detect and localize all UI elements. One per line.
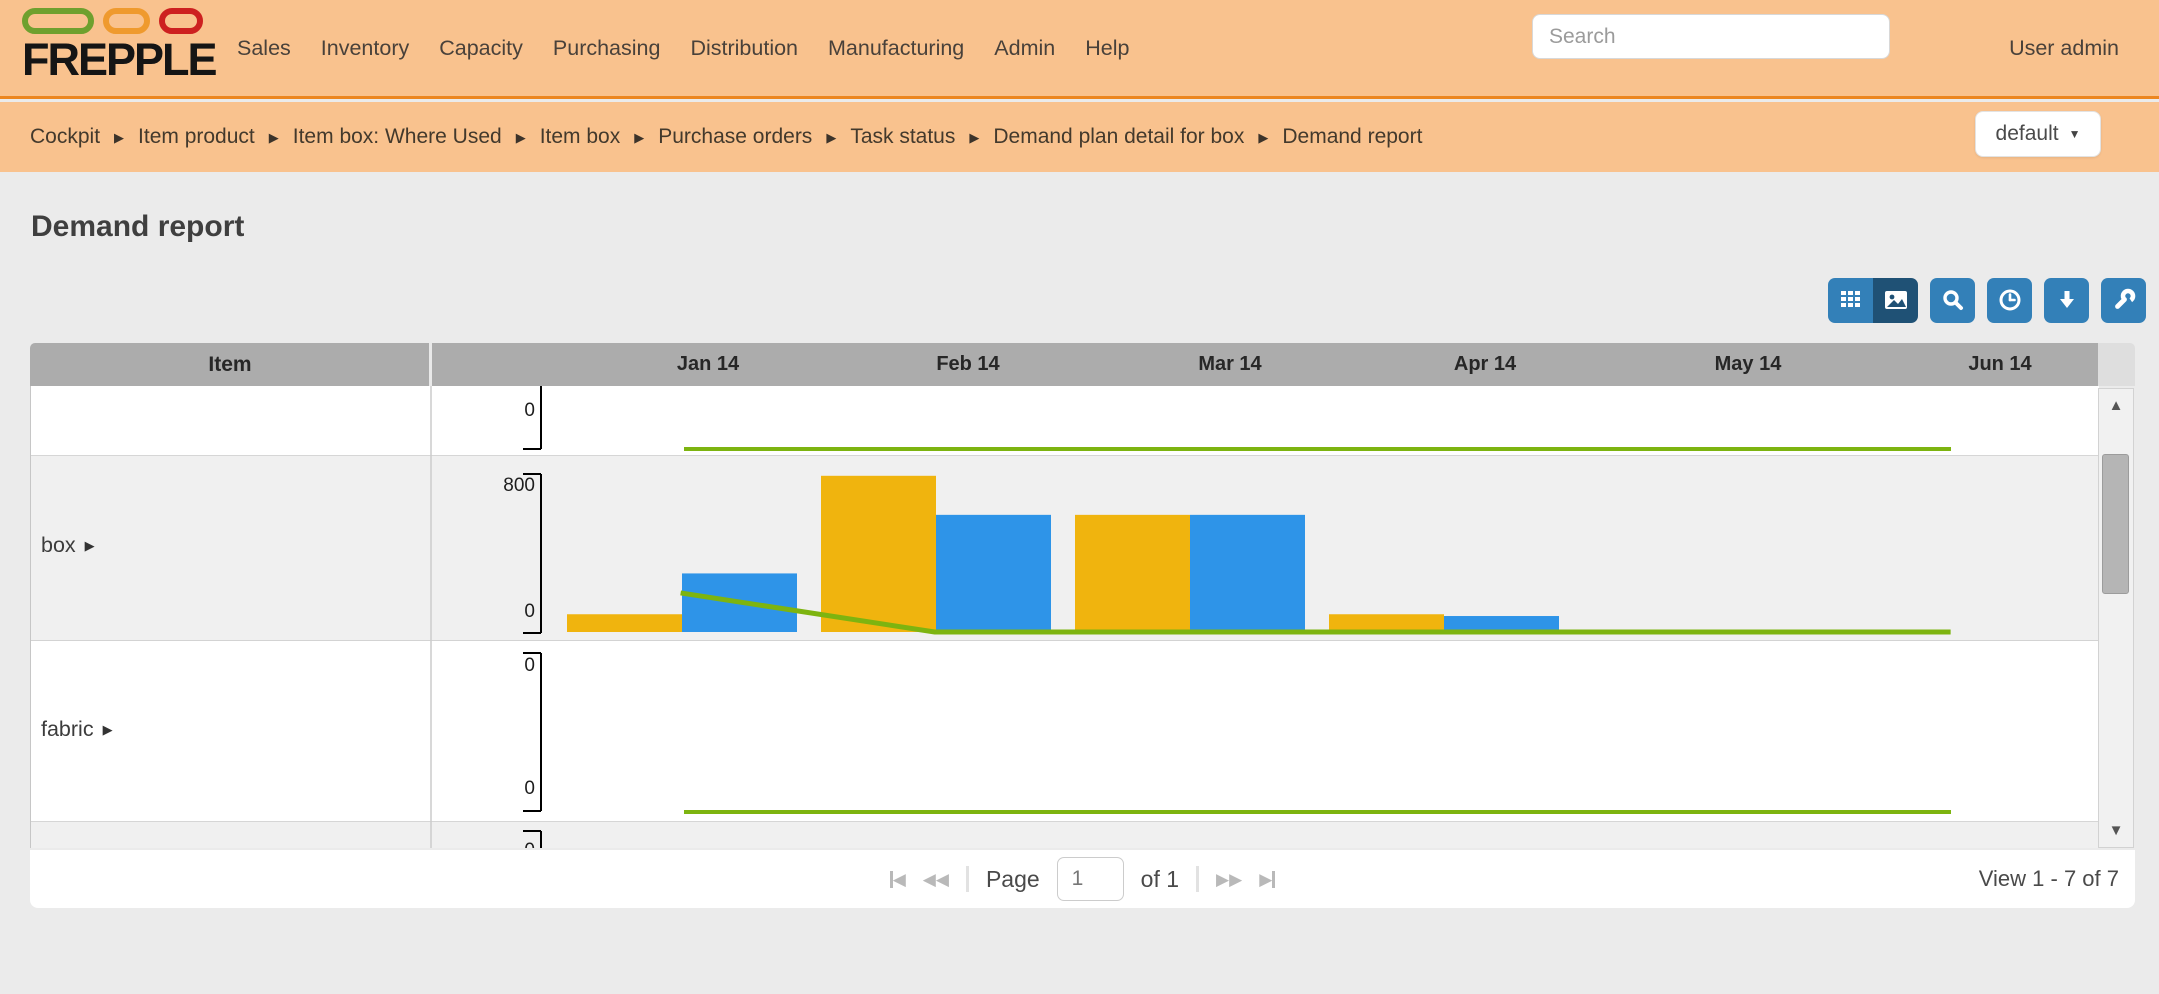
month-header-feb-14: Feb 14 — [936, 343, 999, 386]
item-row-fabric[interactable]: fabric ▶ — [41, 717, 113, 742]
time-buckets-button[interactable] — [1987, 278, 2032, 323]
axis-label: 0 — [524, 400, 535, 421]
menu-item-admin[interactable]: Admin — [994, 36, 1055, 61]
item-row-label: box — [41, 533, 76, 558]
grid-view-button[interactable] — [1828, 278, 1873, 323]
graph-view-button[interactable] — [1873, 278, 1918, 323]
breadcrumb-item[interactable]: Cockpit — [30, 125, 100, 149]
month-header-apr-14: Apr 14 — [1454, 343, 1516, 386]
image-icon — [1882, 286, 1910, 314]
breadcrumb-separator-icon: ▶ — [114, 130, 124, 146]
export-button[interactable] — [2044, 278, 2089, 323]
month-header-jun-14: Jun 14 — [1968, 343, 2031, 386]
breadcrumb-item[interactable]: Purchase orders — [658, 125, 812, 149]
search-button[interactable] — [1930, 278, 1975, 323]
axis-label: 0 — [524, 655, 535, 676]
scroll-down-icon[interactable]: ▼ — [2099, 822, 2133, 839]
breadcrumb-separator-icon: ▶ — [516, 130, 526, 146]
view-selector-label: default — [1996, 122, 2059, 146]
frepple-app: FREPPLE Sales Inventory Capacity Purchasing… — [0, 0, 2159, 994]
view-range-info: View 1 - 7 of 7 — [1979, 850, 2119, 908]
page-title: Demand report — [31, 210, 244, 244]
first-page-button[interactable]: ◀ — [890, 871, 906, 888]
item-column-header: Item — [30, 343, 430, 386]
month-header-mar-14: Mar 14 — [1198, 343, 1261, 386]
clock-icon — [1997, 287, 2023, 313]
breadcrumb-item[interactable]: Item box: Where Used — [293, 125, 502, 149]
search-input[interactable] — [1532, 14, 1890, 59]
expand-row-icon[interactable]: ▶ — [85, 538, 95, 554]
breadcrumb-item[interactable]: Item box — [540, 125, 621, 149]
menu-item-help[interactable]: Help — [1085, 36, 1129, 61]
breadcrumb-item[interactable]: Demand plan detail for box — [993, 125, 1244, 149]
page-count-label: of 1 — [1141, 866, 1179, 893]
breadcrumb-separator-icon: ▶ — [826, 130, 836, 146]
breadcrumb-item[interactable]: Task status — [850, 125, 955, 149]
breadcrumb-separator-icon: ▶ — [269, 130, 279, 146]
view-selector-button[interactable]: default ▼ — [1975, 111, 2101, 157]
frepple-logo[interactable]: FREPPLE — [22, 8, 222, 92]
item-row-label: fabric — [41, 717, 94, 742]
scrollbar-thumb[interactable] — [2102, 454, 2129, 594]
month-header-may-14: May 14 — [1715, 343, 1782, 386]
scroll-up-icon[interactable]: ▲ — [2099, 397, 2133, 414]
pager-bar: ◀ ◀◀ Page of 1 ▶▶ ▶ View 1 - 7 of 7 — [30, 850, 2135, 908]
report-toolbar — [1828, 277, 2146, 323]
breadcrumb-bar: Cockpit ▶ Item product ▶ Item box: Where Use… — [0, 102, 2159, 172]
axis-label: 0 — [524, 840, 535, 848]
item-row-box[interactable]: box ▶ — [41, 533, 95, 558]
menu-item-inventory[interactable]: Inventory — [321, 36, 409, 61]
table-icon — [1838, 287, 1864, 313]
menu-item-distribution[interactable]: Distribution — [690, 36, 798, 61]
expand-row-icon[interactable]: ▶ — [103, 722, 113, 738]
top-navbar: FREPPLE Sales Inventory Capacity Purchasing… — [0, 0, 2159, 99]
arrow-down-icon — [2054, 287, 2080, 313]
breadcrumb: Cockpit ▶ Item product ▶ Item box: Where Use… — [30, 102, 1422, 172]
grid-body: 0 800 0 0 0 0 box ▶ fabric ▶ — [30, 386, 2098, 848]
breadcrumb-separator-icon: ▶ — [1258, 130, 1268, 146]
wrench-icon — [2111, 287, 2137, 313]
month-header-jan-14: Jan 14 — [677, 343, 739, 386]
page-number-input[interactable] — [1057, 857, 1124, 901]
logo-pills-icon — [22, 8, 222, 34]
previous-page-button[interactable]: ◀◀ — [923, 871, 949, 888]
logo-text: FREPPLE — [22, 34, 222, 86]
page-label: Page — [986, 866, 1040, 893]
menu-item-sales[interactable]: Sales — [237, 36, 291, 61]
breadcrumb-item[interactable]: Item product — [138, 125, 255, 149]
axis-label: 800 — [503, 475, 535, 496]
last-page-button[interactable]: ▶ — [1259, 871, 1275, 888]
next-page-button[interactable]: ▶▶ — [1216, 871, 1242, 888]
menu-item-capacity[interactable]: Capacity — [439, 36, 523, 61]
main-menu: Sales Inventory Capacity Purchasing Distribu… — [237, 0, 1129, 96]
breadcrumb-item[interactable]: Demand report — [1282, 125, 1422, 149]
demand-report-grid: Item Jan 14 Feb 14 Mar 14 Apr 14 May 14 Jun 1… — [30, 343, 2135, 848]
axis-label: 0 — [524, 601, 535, 622]
menu-item-purchasing[interactable]: Purchasing — [553, 36, 661, 61]
axis-label: 0 — [524, 778, 535, 799]
menu-item-manufacturing[interactable]: Manufacturing — [828, 36, 964, 61]
grid-header-row: Item Jan 14 Feb 14 Mar 14 Apr 14 May 14 Jun 1… — [30, 343, 2098, 386]
chevron-down-icon: ▼ — [2069, 127, 2081, 141]
crosstab-chart-canvas: 0 800 0 0 0 0 — [31, 386, 2099, 848]
vertical-scrollbar[interactable]: ▲ ▼ — [2098, 388, 2134, 848]
customize-button[interactable] — [2101, 278, 2146, 323]
breadcrumb-separator-icon: ▶ — [634, 130, 644, 146]
magnifier-icon — [1940, 287, 1966, 313]
user-menu[interactable]: User admin — [2009, 0, 2119, 96]
breadcrumb-separator-icon: ▶ — [969, 130, 979, 146]
